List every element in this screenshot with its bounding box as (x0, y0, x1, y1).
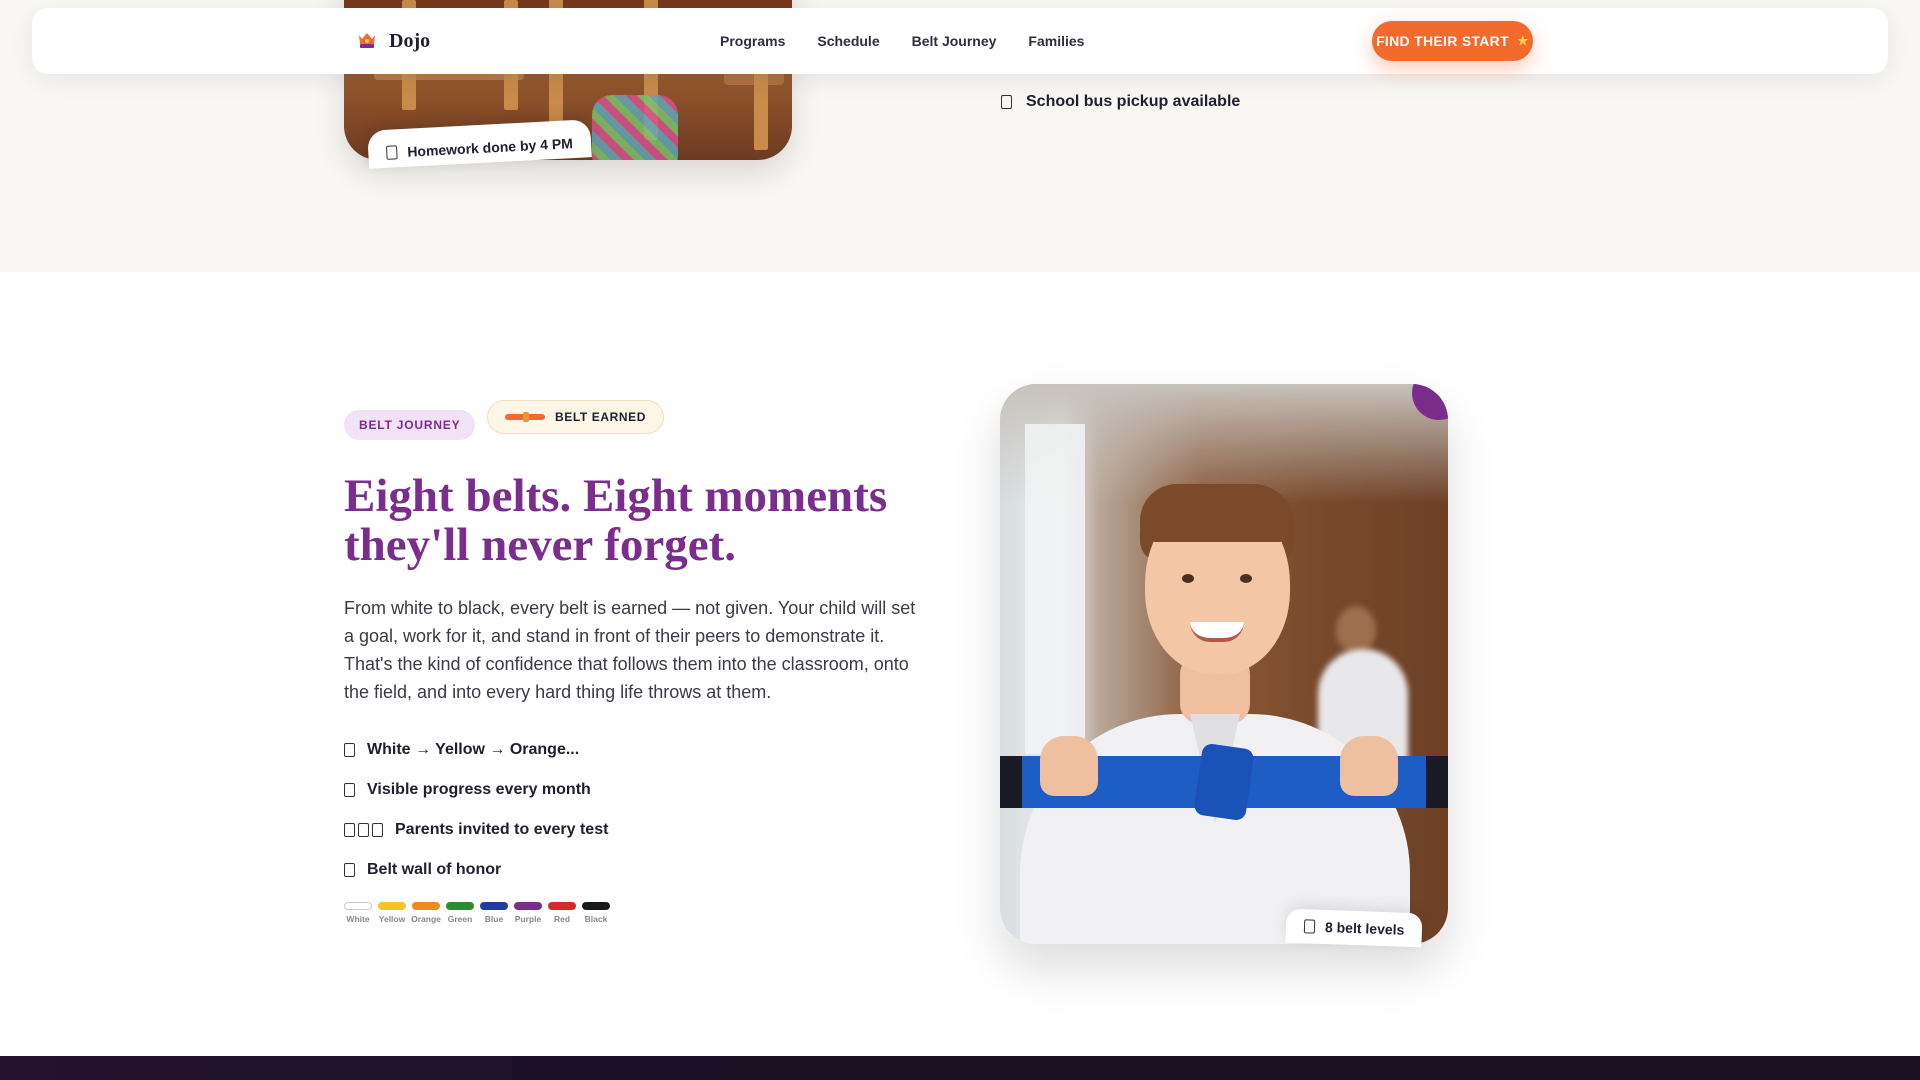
star-icon: ★ (1516, 33, 1529, 48)
belt-swatch-label: Purple (514, 914, 542, 924)
belt-swatches: White Yellow Orange Green Blue Purple Red Black (344, 902, 610, 924)
feature-label: Belt wall of honor (367, 861, 502, 878)
family-icon (344, 823, 355, 837)
belt-levels-label: 8 belt levels (1324, 918, 1405, 938)
nav-families[interactable]: Families (1028, 33, 1084, 49)
main-nav: Programs Schedule Belt Journey Families (720, 33, 1084, 49)
belt-swatch-bar (514, 902, 542, 910)
belt-swatch-label: Red (553, 914, 571, 924)
site-header: Dojo Programs Schedule Belt Journey Fami… (32, 8, 1888, 74)
brand-name: Dojo (389, 29, 431, 52)
belt-swatch-bar (446, 902, 474, 910)
list-item: Belt wall of honor (344, 850, 608, 890)
belt-swatch-bar (378, 902, 406, 910)
belt-swatch-orange: Orange (411, 902, 441, 924)
belt-swatch-purple: Purple (514, 902, 542, 924)
belt-icon (505, 412, 545, 422)
find-their-start-button[interactable]: FIND THEIR START ★ (1372, 21, 1533, 61)
belt-earned-badge: BELT EARNED (487, 400, 665, 434)
list-item: Parents invited to every test (344, 810, 608, 850)
feature-list: White → Yellow → Orange... Visible progr… (344, 730, 608, 890)
belt-swatch-bar (582, 902, 610, 910)
belt-swatch-bar (344, 902, 372, 910)
belt-swatch-label: Orange (411, 914, 441, 924)
nav-belt-journey[interactable]: Belt Journey (912, 33, 997, 49)
belt-levels-chip: 8 belt levels (1285, 908, 1423, 948)
bus-icon (1001, 95, 1012, 109)
family-icon (372, 823, 383, 837)
belt-swatch-label: Blue (484, 914, 504, 924)
feature-label: Visible progress every month (367, 781, 591, 798)
list-item: Visible progress every month (344, 770, 608, 810)
belt-swatch-blue: Blue (480, 902, 508, 924)
list-item: White → Yellow → Orange... (344, 730, 608, 770)
chart-icon (344, 783, 355, 797)
kid-with-belt-photo (1000, 384, 1448, 944)
nav-programs[interactable]: Programs (720, 33, 785, 49)
family-icon (358, 823, 369, 837)
trophy-icon (344, 863, 355, 877)
belt-swatch-green: Green (446, 902, 474, 924)
section-body: From white to black, every belt is earne… (344, 598, 916, 702)
belt-swatch-label: White (346, 914, 370, 924)
brand-logo[interactable]: Dojo (355, 29, 430, 53)
belt-swatch-black: Black (582, 902, 610, 924)
nav-schedule[interactable]: Schedule (817, 33, 879, 49)
bus-pickup-item: School bus pickup available (1001, 93, 1240, 111)
belt-icon (1303, 919, 1316, 934)
belt-swatch-red: Red (548, 902, 576, 924)
belt-earned-label: BELT EARNED (555, 410, 647, 424)
next-section-band (0, 1056, 1920, 1080)
belt-swatch-white: White (344, 902, 372, 924)
cta-label: FIND THEIR START (1376, 33, 1509, 49)
section-headline: Eight belts. Eight moments they'll never… (344, 470, 888, 571)
homework-chip-label: Homework done by 4 PM (406, 135, 574, 160)
backpack (592, 95, 678, 160)
belt-swatch-label: Green (447, 914, 473, 924)
belt-swatch-label: Yellow (378, 914, 406, 924)
belt-swatch-bar (480, 902, 508, 910)
feature-label: White → Yellow → Orange... (367, 741, 580, 758)
belt-progress-icon (344, 743, 355, 757)
belt-swatch-yellow: Yellow (378, 902, 406, 924)
belt-swatch-label: Black (584, 914, 608, 924)
clock-icon (385, 145, 398, 160)
belt-swatch-bar (548, 902, 576, 910)
bus-pickup-label: School bus pickup available (1026, 93, 1241, 110)
feature-label: Parents invited to every test (395, 821, 609, 838)
dojo-crest-icon (355, 29, 379, 53)
belt-swatch-bar (412, 902, 440, 910)
section-eyebrow: BELT JOURNEY (344, 410, 476, 440)
